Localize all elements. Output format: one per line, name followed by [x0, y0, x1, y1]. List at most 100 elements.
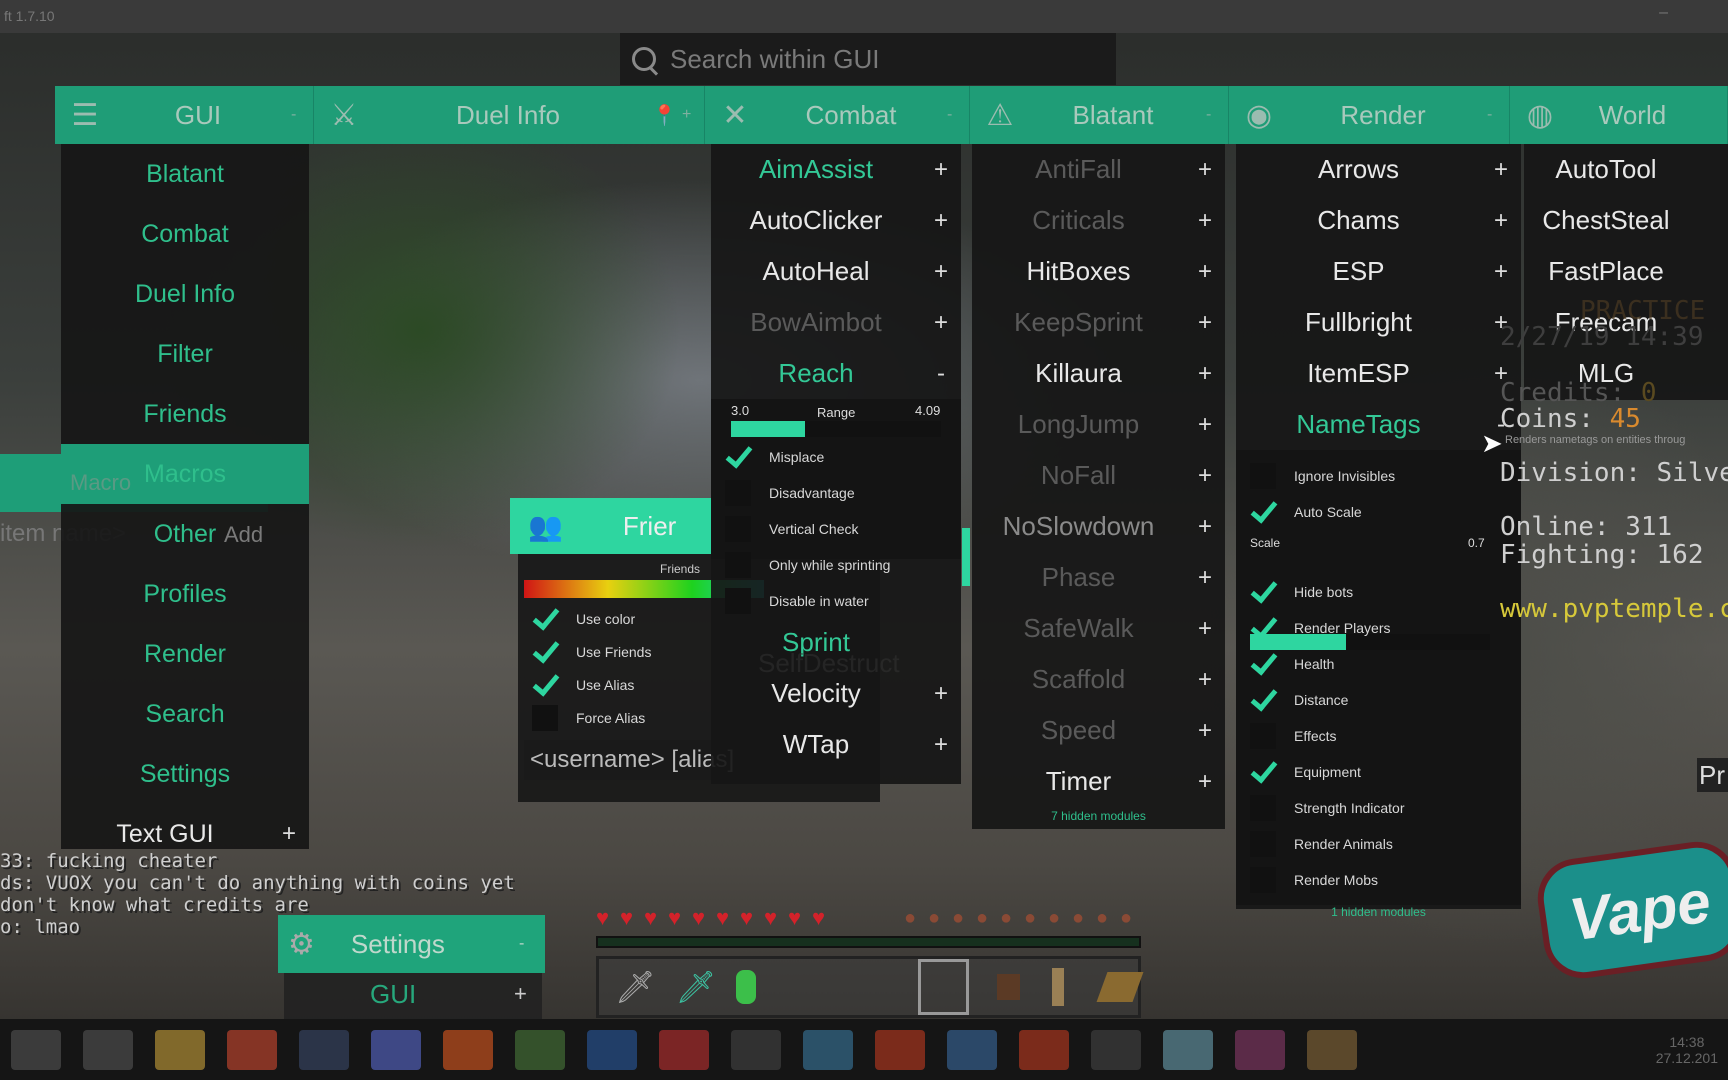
- module-toggle[interactable]: +: [1185, 411, 1225, 439]
- module-toggle[interactable]: +: [1185, 462, 1225, 490]
- category-combat[interactable]: ✕ Combat -: [705, 86, 970, 144]
- checkbox[interactable]: [725, 588, 751, 614]
- module-row[interactable]: Timer +: [972, 756, 1225, 807]
- module-row[interactable]: Killaura +: [972, 348, 1225, 399]
- module-row[interactable]: FastPlace: [1524, 246, 1728, 297]
- checkbox[interactable]: [1250, 579, 1276, 605]
- option-row[interactable]: Strength Indicator: [1236, 790, 1521, 826]
- option-row[interactable]: Force Alias: [518, 701, 718, 734]
- module-toggle[interactable]: +: [1185, 258, 1225, 286]
- category-duel-info[interactable]: ⚔ Duel Info 📍 +: [314, 86, 705, 144]
- module-toggle[interactable]: +: [1185, 564, 1225, 592]
- module-row[interactable]: AutoHeal +: [711, 246, 961, 297]
- module-toggle[interactable]: -: [921, 360, 961, 388]
- settings-gui-expand[interactable]: +: [514, 981, 527, 1007]
- option-row[interactable]: Distance: [1236, 682, 1521, 718]
- checkbox[interactable]: [1250, 463, 1276, 489]
- gui-category-item[interactable]: Render: [61, 624, 309, 684]
- checkbox[interactable]: [1250, 615, 1276, 641]
- origin-icon[interactable]: [443, 1029, 493, 1070]
- option-row[interactable]: Render Mobs: [1236, 862, 1521, 898]
- module-row[interactable]: Reach -: [711, 348, 961, 399]
- option-row[interactable]: Use Alias: [518, 668, 718, 701]
- winrar-icon[interactable]: [1235, 1029, 1285, 1070]
- module-row[interactable]: BowAimbot +: [711, 297, 961, 348]
- module-toggle[interactable]: +: [1185, 207, 1225, 235]
- discord-icon[interactable]: [371, 1029, 421, 1070]
- checkbox[interactable]: [1250, 723, 1276, 749]
- module-row[interactable]: Speed +: [972, 705, 1225, 756]
- minecraft-2-icon[interactable]: [1307, 1029, 1357, 1070]
- module-row[interactable]: Phase +: [972, 552, 1225, 603]
- option-row[interactable]: Health: [1236, 646, 1521, 682]
- module-row[interactable]: ESP +: [1236, 246, 1521, 297]
- steam-headset-icon[interactable]: [299, 1029, 349, 1070]
- render-hidden-modules[interactable]: 1 hidden modules: [1236, 905, 1521, 919]
- option-row[interactable]: Auto Scale: [1236, 494, 1521, 530]
- module-toggle[interactable]: +: [921, 680, 961, 708]
- module-row[interactable]: NoSlowdown +: [972, 501, 1225, 552]
- category-world[interactable]: ◍ World: [1510, 86, 1728, 144]
- taskbar-clock[interactable]: 14:38 27.12.201: [1656, 1034, 1718, 1066]
- checkbox[interactable]: [1250, 687, 1276, 713]
- obs-icon[interactable]: [1091, 1029, 1141, 1070]
- module-toggle[interactable]: +: [1481, 156, 1521, 184]
- nordvpn-icon[interactable]: [947, 1029, 997, 1070]
- gui-category-item[interactable]: Friends: [61, 384, 309, 444]
- search-icon[interactable]: [11, 1029, 61, 1070]
- option-row[interactable]: Equipment: [1236, 754, 1521, 790]
- checkbox[interactable]: [532, 606, 558, 632]
- category-render[interactable]: ◉ Render -: [1229, 86, 1510, 144]
- category-toggle[interactable]: +: [682, 106, 704, 124]
- module-toggle[interactable]: +: [1185, 666, 1225, 694]
- option-row[interactable]: Render Players: [1236, 610, 1521, 646]
- gui-category-item[interactable]: Text GUI +: [61, 804, 309, 864]
- option-row[interactable]: Use color: [518, 602, 718, 635]
- module-toggle[interactable]: +: [1185, 513, 1225, 541]
- category-blatant[interactable]: ⚠ Blatant -: [970, 86, 1229, 144]
- gui-category-item[interactable]: Filter: [61, 324, 309, 384]
- option-row[interactable]: Hide bots: [1236, 574, 1521, 610]
- chrome-icon[interactable]: [227, 1029, 277, 1070]
- module-row[interactable]: ItemESP +: [1236, 348, 1521, 399]
- blatant-hidden-modules[interactable]: 7 hidden modules: [972, 809, 1225, 823]
- module-toggle[interactable]: +: [1185, 309, 1225, 337]
- checkbox[interactable]: [1250, 651, 1276, 677]
- checkbox[interactable]: [532, 672, 558, 698]
- task-view-icon[interactable]: [83, 1029, 133, 1070]
- category-toggle[interactable]: -: [291, 106, 313, 124]
- module-toggle[interactable]: +: [1185, 768, 1225, 796]
- category-toggle[interactable]: -: [1487, 106, 1509, 124]
- checkbox[interactable]: [532, 639, 558, 665]
- friends-panel-header[interactable]: 👥 Frier: [510, 498, 711, 554]
- checkbox[interactable]: [1250, 831, 1276, 857]
- module-row[interactable]: AutoClicker +: [711, 195, 961, 246]
- checkbox[interactable]: [532, 704, 558, 731]
- gui-category-item[interactable]: Other: [61, 504, 309, 564]
- origin-2-icon[interactable]: [875, 1029, 925, 1070]
- module-toggle[interactable]: +: [921, 156, 961, 184]
- module-toggle[interactable]: +: [1481, 207, 1521, 235]
- checkbox[interactable]: [1250, 795, 1276, 821]
- terminal-icon[interactable]: [731, 1029, 781, 1070]
- module-row[interactable]: Fullbright +: [1236, 297, 1521, 348]
- expand-toggle[interactable]: +: [269, 820, 309, 848]
- module-row[interactable]: NoFall +: [972, 450, 1225, 501]
- option-row[interactable]: Ignore Invisibles: [1236, 458, 1521, 494]
- module-toggle[interactable]: +: [921, 309, 961, 337]
- option-row[interactable]: Disable in water: [711, 583, 961, 619]
- gui-category-item[interactable]: Search: [61, 684, 309, 744]
- module-toggle[interactable]: +: [1185, 360, 1225, 388]
- module-row[interactable]: Arrows +: [1236, 144, 1521, 195]
- module-toggle[interactable]: +: [1481, 258, 1521, 286]
- gui-category-item[interactable]: Profiles: [61, 564, 309, 624]
- module-row[interactable]: LongJump +: [972, 399, 1225, 450]
- anydesk-icon[interactable]: [659, 1029, 709, 1070]
- option-row[interactable]: Misplace: [711, 439, 961, 475]
- category-toggle[interactable]: -: [947, 106, 969, 124]
- l1-icon[interactable]: [803, 1029, 853, 1070]
- category-gui[interactable]: ☰ GUI -: [55, 86, 314, 144]
- module-row[interactable]: Chams +: [1236, 195, 1521, 246]
- module-toggle[interactable]: +: [1185, 615, 1225, 643]
- option-row[interactable]: Vertical Check: [711, 511, 961, 547]
